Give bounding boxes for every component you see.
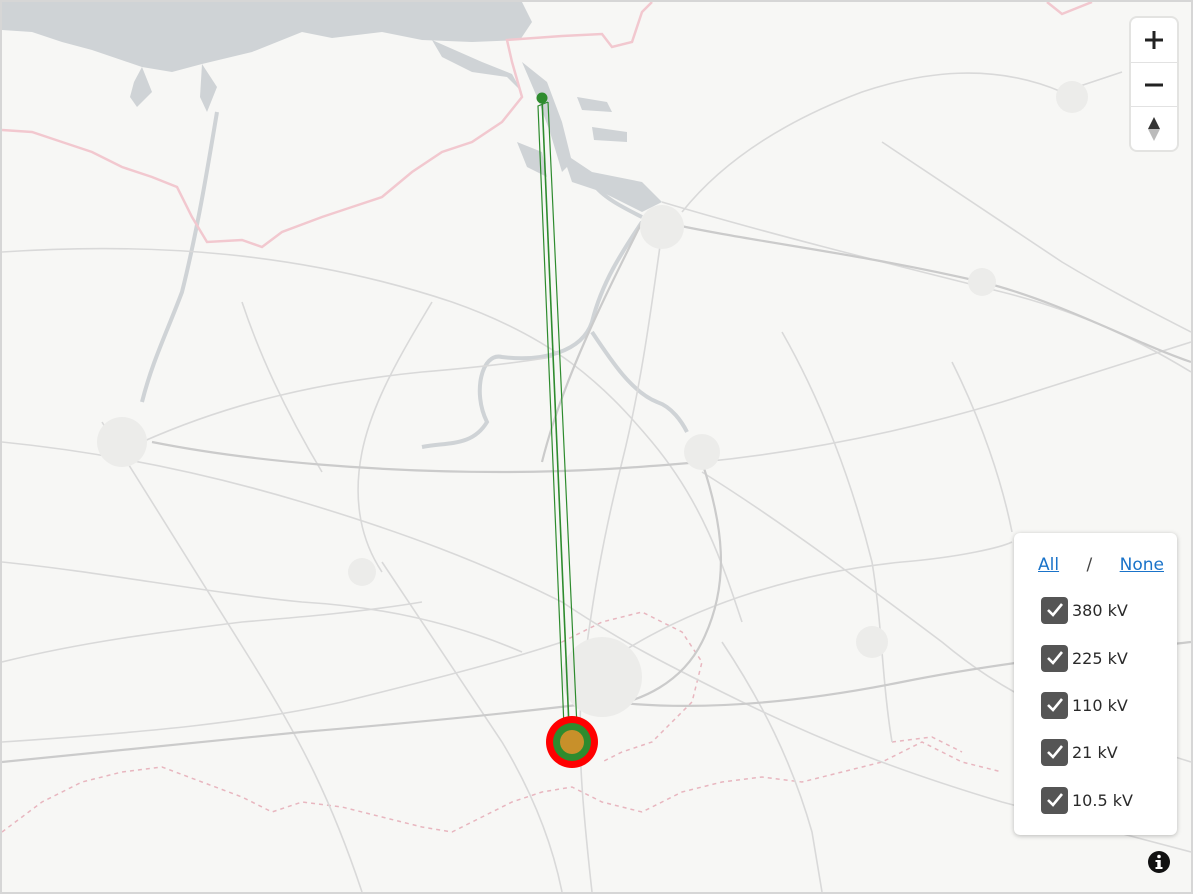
map-view[interactable]: All / None 380 kV 225 kV 110 kV 21 kV 10… (0, 0, 1193, 894)
layer-toggle-21kv[interactable]: 21 kV (1041, 737, 1118, 767)
select-none-link[interactable]: None (1120, 555, 1164, 575)
rivers (140, 111, 689, 449)
layer-label: 380 kV (1072, 600, 1128, 620)
layer-toggle-225kv[interactable]: 225 kV (1041, 643, 1128, 673)
info-button[interactable] (1147, 850, 1171, 874)
compass-north-icon (1148, 117, 1160, 141)
substation-marker-north[interactable] (536, 92, 548, 104)
zoom-out-button[interactable] (1131, 62, 1177, 107)
checkbox[interactable] (1041, 691, 1068, 719)
minus-icon (1145, 83, 1163, 87)
layer-toggle-10-5kv[interactable]: 10.5 kV (1041, 785, 1133, 815)
select-links: All / None (1038, 555, 1164, 575)
power-line-segment[interactable] (541, 97, 570, 728)
substation-marker-south[interactable] (546, 716, 598, 768)
checkmark-icon (1046, 603, 1063, 617)
layer-toggle-110kv[interactable]: 110 kV (1041, 690, 1128, 720)
power-line-segment[interactable] (537, 101, 578, 728)
layer-label: 10.5 kV (1072, 790, 1133, 810)
layer-label: 110 kV (1072, 695, 1128, 715)
zoom-control (1131, 18, 1177, 150)
reset-bearing-button[interactable] (1131, 106, 1177, 151)
zoom-in-button[interactable] (1131, 18, 1177, 62)
layer-label: 225 kV (1072, 648, 1128, 668)
regional-border (2, 611, 1003, 833)
plus-icon (1145, 31, 1163, 49)
select-all-link[interactable]: All (1038, 555, 1059, 575)
separator: / (1086, 555, 1093, 575)
voltage-layer-panel: All / None 380 kV 225 kV 110 kV 21 kV 10… (1014, 533, 1177, 835)
layer-toggle-380kv[interactable]: 380 kV (1041, 595, 1128, 625)
checkbox[interactable] (1041, 596, 1068, 624)
basemap[interactable] (2, 2, 1191, 892)
layer-label: 21 kV (1072, 742, 1118, 762)
checkbox[interactable] (1041, 786, 1068, 814)
checkmark-icon (1046, 745, 1063, 759)
checkbox[interactable] (1041, 644, 1068, 672)
info-icon (1148, 851, 1170, 873)
checkmark-icon (1046, 793, 1063, 807)
water-areas (2, 2, 662, 212)
checkbox[interactable] (1041, 738, 1068, 766)
checkmark-icon (1046, 651, 1063, 665)
checkmark-icon (1046, 698, 1063, 712)
